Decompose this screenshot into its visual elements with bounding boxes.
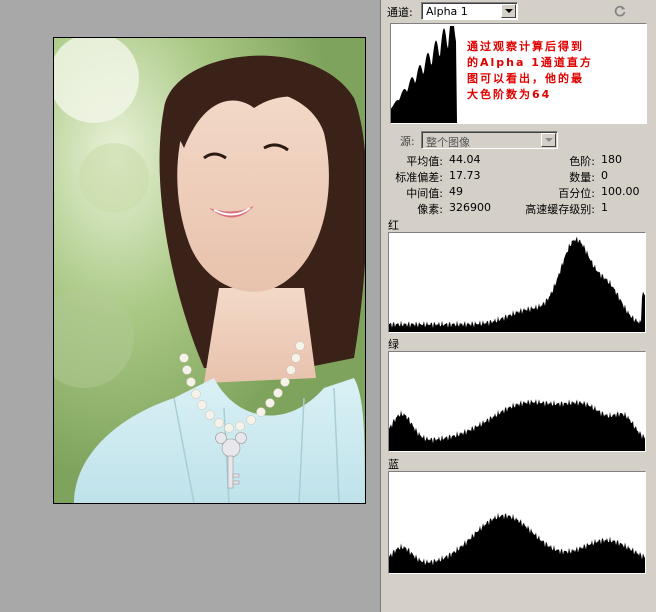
blue-histogram-shape: [389, 512, 645, 573]
channel-label: 通道:: [387, 6, 413, 19]
portrait-illustration: [54, 38, 365, 503]
level-label: 色阶:: [569, 155, 595, 168]
annotation-line-4: 大色阶数为64: [467, 88, 552, 101]
median-value: 49: [449, 185, 463, 198]
channel-select-value: Alpha 1: [426, 5, 468, 18]
chevron-down-icon[interactable]: [501, 4, 516, 18]
green-channel-label: 绿: [388, 338, 399, 351]
pixels-label: 像素:: [417, 203, 443, 216]
green-histogram: [388, 351, 646, 452]
red-channel-label: 红: [388, 219, 399, 232]
alpha-histogram: 通过观察计算后得到 的Alpha 1通道直方 图可以看出，他的最 大色阶数为64: [390, 23, 647, 124]
blue-channel-label: 蓝: [388, 458, 399, 471]
std-value: 17.73: [449, 169, 481, 182]
percentile-label: 百分位:: [558, 187, 595, 200]
count-label: 数量:: [569, 171, 595, 184]
blue-histogram: [388, 471, 646, 574]
photo-image: [53, 37, 366, 504]
green-histogram-shape: [389, 399, 645, 451]
red-histogram-shape: [389, 236, 645, 332]
chevron-down-icon[interactable]: [541, 133, 556, 147]
source-select-value: 整个图像: [426, 136, 470, 149]
source-select[interactable]: 整个图像: [421, 131, 558, 149]
red-histogram: [388, 232, 646, 333]
refresh-icon[interactable]: [613, 4, 627, 18]
histogram-panel: 通道: Alpha 1 通过观察计算后得到 的Alpha 1通道直方 图可以看出…: [380, 0, 656, 612]
annotation-line-3: 图可以看出，他的最: [467, 72, 584, 85]
mean-value: 44.04: [449, 153, 481, 166]
cache-value: 1: [601, 201, 608, 214]
median-label: 中间值:: [406, 187, 443, 200]
canvas-area: [0, 0, 380, 612]
annotation-line-2: 的Alpha 1通道直方: [467, 56, 593, 69]
green-histogram-graph: [389, 399, 645, 451]
pixels-value: 326900: [449, 201, 491, 214]
channel-select[interactable]: Alpha 1: [421, 2, 518, 20]
level-value: 180: [601, 153, 622, 166]
annotation-line-1: 通过观察计算后得到: [467, 40, 584, 53]
count-value: 0: [601, 169, 608, 182]
std-label: 标准偏差:: [395, 171, 443, 184]
blue-histogram-graph: [389, 512, 645, 573]
red-histogram-graph: [389, 236, 645, 332]
cache-label: 高速缓存级别:: [525, 203, 595, 216]
percentile-value: 100.00: [601, 185, 640, 198]
mean-label: 平均值:: [406, 155, 443, 168]
source-label: 源:: [400, 135, 415, 148]
